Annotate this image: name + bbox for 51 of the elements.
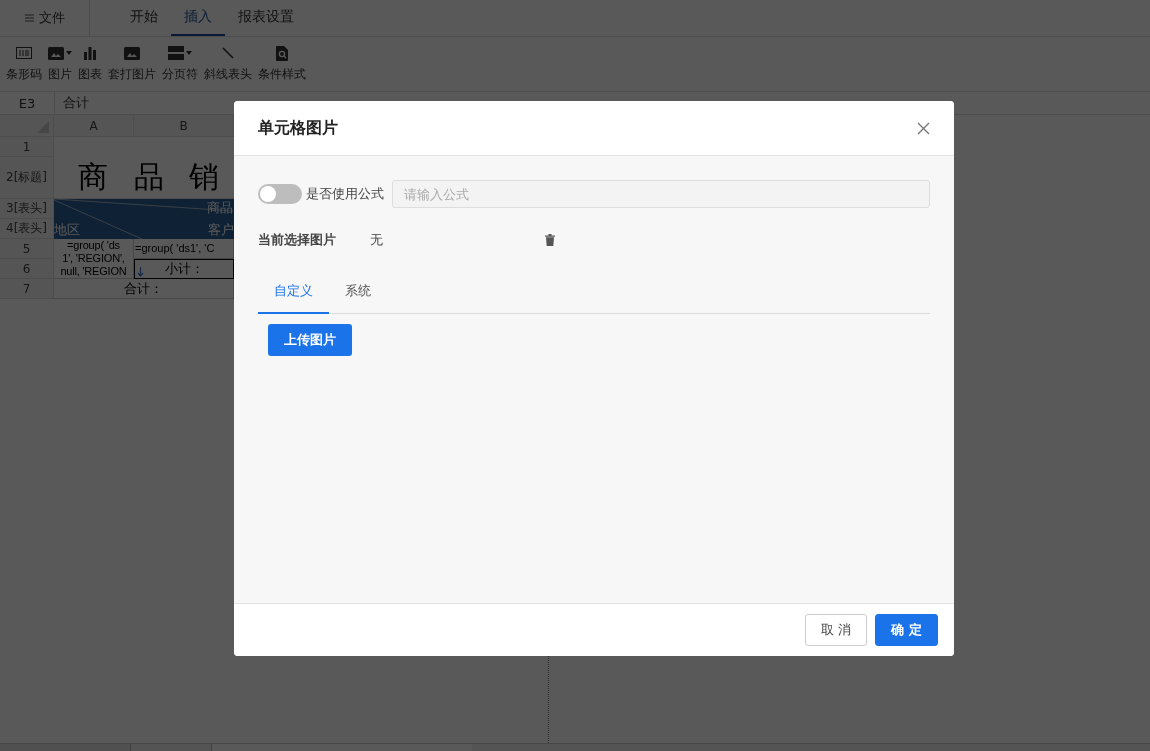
formula-cell: =group( 'ds 1', 'REGION', null, 'REGION <box>54 239 134 279</box>
dialog-tab[interactable]: 系统 <box>329 272 387 314</box>
sheet-tab[interactable] <box>211 744 472 751</box>
toolbar-button[interactable]: 套打图片 <box>106 45 158 83</box>
field-label: 当前选择图片 <box>258 231 337 249</box>
column-header[interactable]: A <box>54 115 134 137</box>
subtotal-cell: 小计： <box>134 259 234 279</box>
formula-value[interactable]: 合计 <box>55 92 89 114</box>
row-header[interactable]: 4[表头] <box>0 219 54 239</box>
toolbar-button[interactable]: 条件样式 <box>256 45 308 83</box>
toolbar-button[interactable]: 斜线表头 <box>202 45 254 83</box>
document-search-icon <box>276 45 288 61</box>
diagonal-line-icon <box>222 47 234 59</box>
dialog-tab[interactable]: 自定义 <box>258 272 329 314</box>
menu-icon[interactable] <box>24 14 34 22</box>
row-header[interactable]: 7 <box>0 279 54 299</box>
formula-input[interactable]: 请输入公式 <box>392 180 930 208</box>
toolbar-button[interactable]: 图片 <box>46 45 74 83</box>
toolbar-button[interactable]: 条形码 <box>4 45 44 83</box>
ribbon-tab[interactable]: 插入 <box>171 0 225 36</box>
bar-chart-icon <box>83 46 97 60</box>
toolbar-button[interactable]: 图表 <box>76 45 104 83</box>
image-icon <box>124 46 140 60</box>
column-header[interactable]: B <box>134 115 234 137</box>
barcode-icon <box>16 47 32 59</box>
field-value: 无 <box>370 231 384 249</box>
header-label: 商品 <box>207 200 233 215</box>
down-arrow-icon <box>137 267 144 277</box>
header-label: 客户 <box>208 221 234 239</box>
page-break-icon <box>168 46 184 60</box>
cell-reference[interactable]: E3 <box>0 92 55 114</box>
image-icon <box>48 46 64 60</box>
ribbon-tab[interactable]: 报表设置 <box>225 0 307 36</box>
dialog-title: 单元格图片 <box>258 117 338 139</box>
row-header[interactable]: 5 <box>0 239 54 259</box>
sheet-tab[interactable] <box>0 744 131 751</box>
file-menu[interactable]: 文件 <box>38 9 65 27</box>
total-cell: 合计： <box>54 279 234 299</box>
header-label: 地区 <box>54 221 80 239</box>
row-header[interactable]: 2[标题] <box>0 157 54 199</box>
upload-button[interactable]: 上传图片 <box>268 324 352 356</box>
delete-icon[interactable] <box>545 234 555 246</box>
row-header[interactable]: 1 <box>0 137 54 157</box>
caret-icon <box>66 51 72 55</box>
toolbar-button[interactable]: 分页符 <box>160 45 200 83</box>
row-header[interactable]: 3[表头] <box>0 199 54 219</box>
confirm-button[interactable]: 确 定 <box>875 614 938 646</box>
caret-icon <box>186 51 192 55</box>
cancel-button[interactable]: 取 消 <box>805 614 868 646</box>
ribbon-tab[interactable]: 开始 <box>117 0 171 36</box>
row-header[interactable]: 6 <box>0 259 54 279</box>
